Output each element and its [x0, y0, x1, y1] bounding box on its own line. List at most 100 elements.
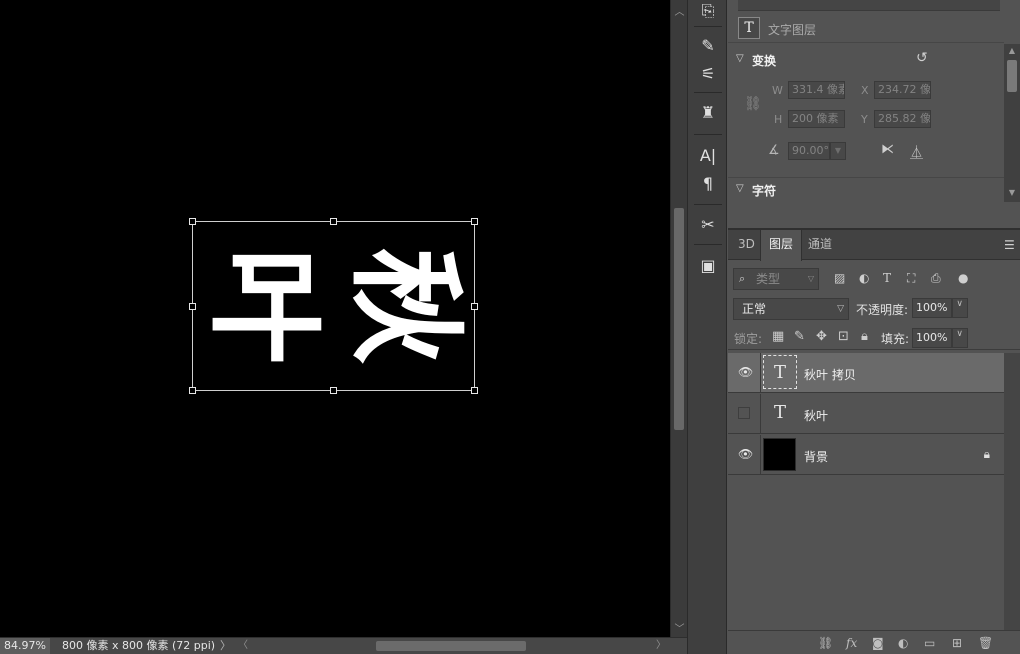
tab-3d[interactable]: 3D: [730, 230, 763, 260]
visibility-off-box[interactable]: [738, 407, 750, 419]
transform-handle-bottom-center[interactable]: [330, 387, 337, 394]
x-field[interactable]: 234.72 像素: [874, 81, 931, 99]
character-section-header[interactable]: ▽ 字符: [728, 177, 1004, 201]
layers-panel: 3D 图层 通道 ☰ ⌕ 类型 ▽ ▨ ◐ T ⛶ ⎙ ● 正常 ▽ 不透明度:…: [728, 228, 1020, 654]
tools-scissors-icon[interactable]: ✂: [696, 214, 720, 236]
layer-type-row: T 文字图层: [728, 15, 1004, 43]
filter-shape-icon[interactable]: ⛶: [907, 271, 915, 286]
lock-position-icon[interactable]: ✥: [816, 329, 827, 344]
transform-handle-top-right[interactable]: [471, 218, 478, 225]
transform-handle-middle-left[interactable]: [189, 303, 196, 310]
layer-name[interactable]: 背景: [804, 448, 828, 465]
scroll-left-arrow-icon[interactable]: 〈: [238, 638, 248, 654]
link-icon[interactable]: ⛓: [744, 96, 762, 112]
new-group-icon[interactable]: ▭: [924, 636, 935, 650]
transform-handle-bottom-left[interactable]: [189, 387, 196, 394]
filter-smart-object-icon[interactable]: ⎙: [931, 271, 941, 286]
angle-field[interactable]: 90.00°: [788, 142, 830, 160]
adjustments-sliders-icon[interactable]: ⚟: [696, 63, 720, 85]
layer-name[interactable]: 秋叶 拷贝: [804, 366, 856, 383]
layer-row-text-copy[interactable]: 👁︎ T 秋叶 拷贝: [728, 353, 1004, 393]
width-field[interactable]: 331.4 像素: [788, 81, 845, 99]
scroll-down-arrow-icon[interactable]: ▼: [1004, 188, 1020, 197]
canvas-vertical-scrollbar[interactable]: ︿ ﹀: [670, 0, 687, 637]
fill-label: 填充:: [881, 332, 910, 346]
filter-text-icon[interactable]: T: [883, 271, 891, 285]
new-adjustment-layer-icon[interactable]: ◐: [898, 636, 908, 650]
eye-icon[interactable]: 👁︎: [738, 447, 753, 461]
lock-all-icon[interactable]: 🔒︎: [861, 329, 868, 344]
layer-kind-filter[interactable]: ⌕ 类型 ▽: [733, 268, 819, 290]
reset-transform-icon[interactable]: ↺: [916, 50, 928, 66]
transform-handle-top-center[interactable]: [330, 218, 337, 225]
opacity-field[interactable]: 100%: [912, 298, 952, 318]
document-info: 800 像素 x 800 像素 (72 ppi): [62, 639, 216, 652]
lock-icon[interactable]: 🔒︎: [984, 447, 990, 462]
transform-handle-bottom-right[interactable]: [471, 387, 478, 394]
lock-label: 锁定:: [734, 332, 763, 346]
layers-panel-tabs: 3D 图层 通道 ☰: [728, 230, 1020, 261]
lock-transparent-pixels-icon[interactable]: ▦: [772, 329, 784, 344]
new-layer-icon[interactable]: ⊞: [952, 636, 962, 650]
zoom-level[interactable]: 84.97%: [0, 638, 50, 654]
properties-scroll-thumb[interactable]: [1007, 60, 1017, 92]
link-layers-icon[interactable]: ⛓: [818, 636, 833, 650]
layers-footer: ⛓ fx ◙ ◐ ▭ ⊞ 🗑︎: [728, 630, 1020, 654]
chevron-down-icon: ∨: [956, 329, 963, 339]
chevron-right-icon[interactable]: 〉: [220, 638, 231, 654]
properties-scrollbar[interactable]: ▲ ▼: [1004, 44, 1020, 202]
paragraph-panel-icon[interactable]: ¶: [696, 173, 720, 195]
scroll-down-arrow-icon[interactable]: ﹀: [671, 620, 688, 635]
scroll-up-arrow-icon[interactable]: ▲: [1004, 46, 1020, 55]
libraries-icon[interactable]: ▣: [696, 255, 720, 277]
transform-section-header[interactable]: ▽ 变换 ↺: [728, 48, 1004, 72]
horizontal-scroll-thumb[interactable]: [376, 641, 526, 651]
fill-field[interactable]: 100%: [912, 328, 952, 348]
divider: [694, 26, 722, 27]
clone-source-icon[interactable]: ⎘: [696, 0, 720, 22]
flip-vertical-icon[interactable]: ⏅: [910, 142, 923, 161]
lock-image-pixels-icon[interactable]: ✎: [794, 329, 805, 344]
tab-layers[interactable]: 图层: [760, 230, 803, 261]
chevron-down-icon[interactable]: ▽: [736, 183, 744, 194]
layers-scrollbar[interactable]: [1004, 353, 1020, 631]
transform-handle-middle-right[interactable]: [471, 303, 478, 310]
brush-presets-icon[interactable]: ✎: [696, 35, 720, 57]
eye-icon[interactable]: 👁︎: [738, 365, 753, 379]
scroll-right-arrow-icon[interactable]: 〉: [656, 638, 666, 654]
angle-dropdown-icon[interactable]: ▼: [830, 142, 846, 160]
fx-icon[interactable]: fx: [846, 636, 857, 650]
transform-title: 变换: [752, 54, 777, 68]
transform-handle-top-left[interactable]: [189, 218, 196, 225]
lock-artboard-icon[interactable]: ⊡: [838, 329, 849, 344]
add-mask-icon[interactable]: ◙: [872, 636, 884, 650]
panel-menu-icon[interactable]: ☰: [1004, 238, 1016, 252]
blend-mode-select[interactable]: 正常 ▽: [733, 298, 849, 320]
flip-horizontal-icon[interactable]: ⧔: [881, 142, 894, 157]
divider: [760, 353, 761, 393]
document-canvas[interactable]: 秋叶: [0, 0, 670, 637]
y-field[interactable]: 285.82 像素: [874, 110, 931, 128]
chevron-down-icon: ▽: [837, 304, 844, 314]
tab-channels[interactable]: 通道: [800, 230, 840, 260]
layer-row-text[interactable]: T 秋叶: [728, 394, 1004, 434]
fill-dropdown[interactable]: ∨: [952, 328, 968, 348]
opacity-dropdown[interactable]: ∨: [952, 298, 968, 318]
height-field[interactable]: 200 像素: [788, 110, 845, 128]
layer-name[interactable]: 秋叶: [804, 407, 828, 424]
chevron-down-icon[interactable]: ▽: [736, 53, 744, 64]
character-title: 字符: [752, 184, 777, 198]
y-label: Y: [861, 113, 868, 126]
transform-bounding-box[interactable]: [189, 218, 478, 394]
filter-adjustment-icon[interactable]: ◐: [859, 271, 869, 285]
character-panel-icon[interactable]: A|: [696, 145, 720, 167]
filter-pixel-icon[interactable]: ▨: [834, 271, 845, 285]
layer-filter-row: ⌕ 类型 ▽ ▨ ◐ T ⛶ ⎙ ●: [728, 266, 1020, 292]
properties-panel: T 文字图层 ▽ 变换 ↺ ⛓ W 331.4 像素 X 234.72 像素 H…: [728, 0, 1020, 230]
tool-presets-stamp-icon[interactable]: ♜: [696, 102, 720, 124]
layer-row-background[interactable]: 👁︎ 背景 🔒︎: [728, 435, 1004, 475]
delete-layer-icon[interactable]: 🗑︎: [978, 636, 993, 650]
scroll-up-arrow-icon[interactable]: ︿: [671, 3, 688, 18]
filter-toggle-icon[interactable]: ●: [958, 271, 968, 285]
vertical-scroll-thumb[interactable]: [674, 208, 684, 430]
